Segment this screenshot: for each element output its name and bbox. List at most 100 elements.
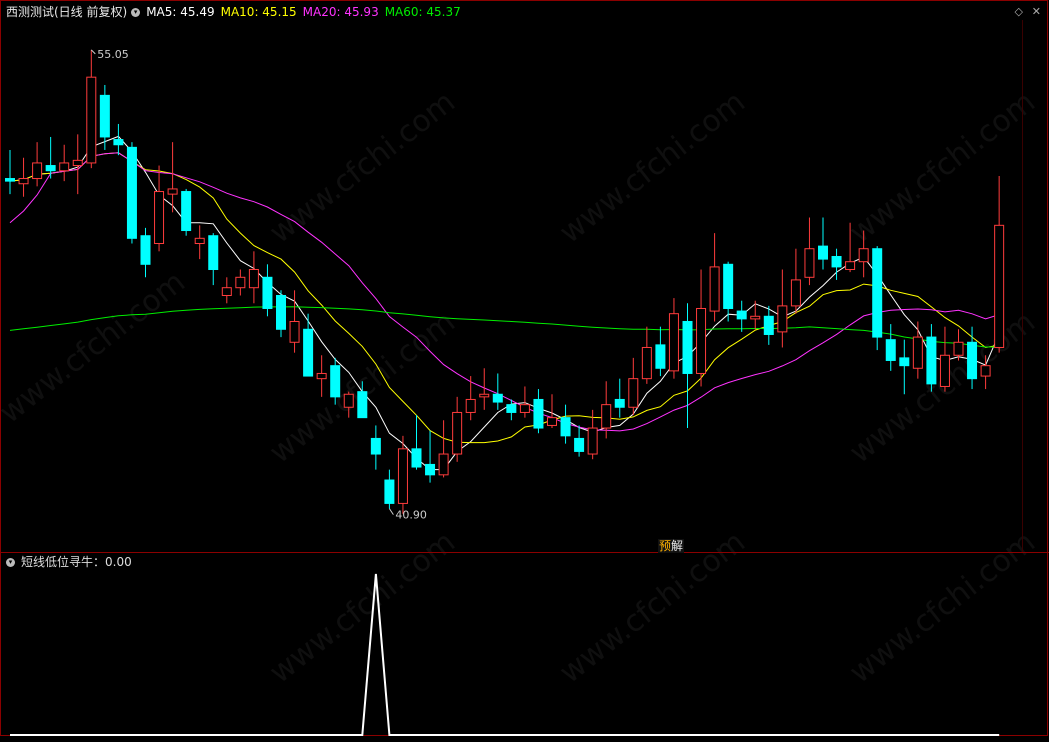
candle[interactable]: [126, 142, 137, 244]
candle[interactable]: [5, 149, 15, 195]
annotation-label: 40.90: [395, 509, 427, 522]
candle[interactable]: [980, 355, 991, 390]
candle[interactable]: [140, 227, 151, 278]
candle[interactable]: [59, 144, 70, 182]
dropdown-icon[interactable]: ▾: [131, 7, 141, 17]
candlestick-series[interactable]: [5, 49, 1005, 514]
predict-button[interactable]: 预解: [658, 539, 685, 553]
candle[interactable]: [736, 300, 747, 332]
candle[interactable]: [668, 298, 679, 379]
predict-label-2: 解: [671, 539, 684, 553]
candle-body: [723, 263, 734, 309]
candle[interactable]: [452, 396, 463, 462]
candle[interactable]: [818, 217, 828, 270]
candle[interactable]: [411, 415, 422, 470]
candle-body: [668, 313, 679, 372]
candle[interactable]: [614, 378, 625, 418]
candle[interactable]: [248, 251, 259, 304]
candle[interactable]: [86, 49, 97, 169]
candle-body: [303, 328, 314, 377]
candle-body: [248, 269, 259, 289]
candle[interactable]: [777, 269, 788, 348]
candle[interactable]: [18, 157, 29, 197]
candle[interactable]: [72, 134, 83, 195]
candle[interactable]: [343, 391, 354, 418]
candle[interactable]: [912, 321, 923, 379]
diamond-icon[interactable]: ◇: [1015, 5, 1023, 18]
candle[interactable]: [276, 290, 286, 338]
candle[interactable]: [763, 305, 774, 345]
candle[interactable]: [547, 394, 557, 429]
candle-body: [262, 276, 273, 309]
moving-average-lines: [9, 135, 1000, 471]
candle-body: [411, 448, 422, 468]
candle[interactable]: [194, 225, 205, 260]
candle[interactable]: [370, 425, 381, 470]
candle[interactable]: [655, 326, 666, 377]
candle-body: [397, 448, 408, 504]
candle[interactable]: [208, 233, 219, 286]
annotation-pointer: [388, 508, 394, 515]
candle[interactable]: [845, 222, 856, 273]
candle[interactable]: [574, 425, 585, 457]
candle[interactable]: [994, 175, 1005, 353]
candle-body: [994, 224, 1005, 348]
indicator-title: 短线低位寻牛：0.00: [21, 555, 132, 569]
annotation-label: 55.05: [97, 48, 129, 61]
dropdown-icon[interactable]: ▾: [6, 557, 15, 567]
candle[interactable]: [113, 123, 124, 156]
candle[interactable]: [723, 261, 734, 322]
candle[interactable]: [154, 165, 165, 252]
candle[interactable]: [682, 303, 693, 429]
candle-body: [5, 178, 15, 182]
candle[interactable]: [939, 326, 950, 392]
candle[interactable]: [885, 324, 896, 371]
candle-body: [519, 404, 530, 413]
candle[interactable]: [167, 142, 178, 213]
candle-body: [709, 266, 720, 312]
candle[interactable]: [628, 357, 639, 416]
candle[interactable]: [533, 389, 544, 434]
candle[interactable]: [696, 269, 707, 387]
candle[interactable]: [790, 248, 801, 314]
candle-body: [533, 398, 544, 429]
candle-body: [831, 256, 842, 268]
candle[interactable]: [262, 264, 273, 317]
candle[interactable]: [872, 246, 883, 351]
stock-chart[interactable]: 55.05 40.90: [0, 0, 1049, 742]
candle-body: [967, 341, 978, 380]
candle[interactable]: [560, 404, 571, 444]
ma60-line: [9, 306, 1000, 348]
candle[interactable]: [641, 326, 652, 384]
candle-body: [804, 248, 815, 278]
candle[interactable]: [181, 188, 192, 236]
candle-body: [154, 191, 165, 245]
candle[interactable]: [235, 269, 246, 296]
candle[interactable]: [967, 326, 978, 390]
candle[interactable]: [438, 420, 449, 478]
candle[interactable]: [709, 233, 720, 322]
candle-body: [587, 427, 598, 455]
candle[interactable]: [221, 277, 232, 304]
candle-body: [221, 287, 232, 296]
candle[interactable]: [926, 324, 937, 392]
candle[interactable]: [330, 357, 341, 405]
candle[interactable]: [45, 136, 56, 179]
candle[interactable]: [425, 430, 436, 483]
candle-body: [167, 188, 178, 195]
candle[interactable]: [804, 217, 815, 286]
close-icon[interactable]: ✕: [1032, 5, 1041, 18]
candle[interactable]: [519, 386, 530, 418]
candle[interactable]: [32, 142, 43, 187]
candle[interactable]: [953, 329, 964, 361]
candle-body: [32, 162, 43, 180]
ma5-line: [9, 135, 1000, 471]
candle[interactable]: [316, 355, 327, 397]
candle-body: [655, 344, 666, 369]
candle-body: [370, 437, 381, 455]
candle[interactable]: [492, 373, 503, 410]
candle[interactable]: [858, 230, 869, 278]
candle[interactable]: [899, 339, 910, 395]
candle[interactable]: [384, 469, 395, 509]
candle[interactable]: [303, 313, 314, 377]
